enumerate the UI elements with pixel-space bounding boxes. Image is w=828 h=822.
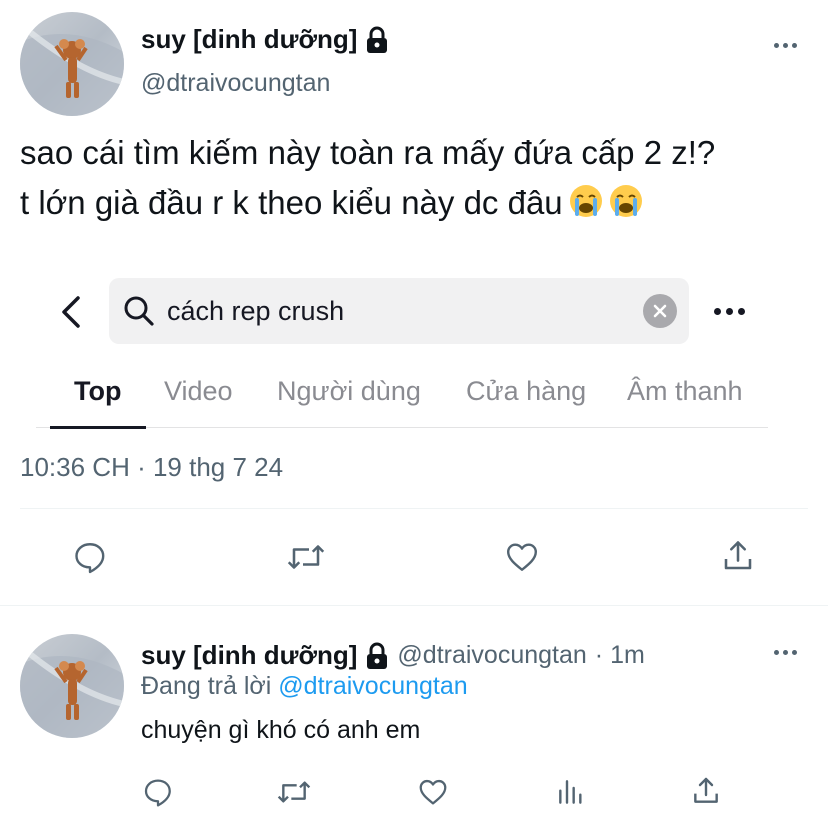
replying-to-mention[interactable]: @dtraivocungtan <box>278 672 467 700</box>
views-icon[interactable] <box>553 774 589 810</box>
embedded-search-screenshot[interactable]: cách rep crush Top Video Người dùng Cửa … <box>0 262 828 432</box>
reply-author-handle[interactable]: @dtraivocungtan <box>397 641 586 670</box>
tweet-text-line: sao cái tìm kiếm này toàn ra mấy đứa cấp… <box>20 134 716 171</box>
replying-to: Đang trả lời @dtraivocungtan <box>141 672 468 701</box>
retweet-icon[interactable] <box>284 537 328 577</box>
active-tab-underline <box>50 426 146 429</box>
reply-retweet-icon[interactable] <box>274 774 314 810</box>
replying-to-label: Đang trả lời <box>141 672 272 700</box>
tab-users: Người dùng <box>277 376 421 406</box>
reply-like-icon[interactable] <box>414 774 452 810</box>
reply-reply-icon[interactable] <box>140 774 176 810</box>
tab-top: Top <box>74 376 122 406</box>
reply-more-options-icon[interactable] <box>774 650 797 655</box>
author-row: suy [dinh dưỡng] <box>141 24 389 55</box>
tweet-text: sao cái tìm kiếm này toàn ra mấy đứa cấp… <box>20 128 715 232</box>
tab-shop: Cửa hàng <box>466 376 587 406</box>
search-query-text: cách rep crush <box>167 295 345 326</box>
tab-video: Video <box>164 376 233 406</box>
tab-sound: Âm thanh <box>627 376 743 406</box>
embed-more-icon <box>714 308 745 315</box>
back-chevron-icon <box>56 292 86 332</box>
search-tabs: Top Video Người dùng Cửa hàng Âm thanh <box>36 370 768 429</box>
share-icon[interactable] <box>718 536 758 576</box>
lock-icon <box>365 26 389 54</box>
reply-time[interactable]: · 1m <box>595 641 645 670</box>
tweet-timestamp[interactable]: 10:36 CH · 19 thg 7 24 <box>20 452 283 483</box>
search-icon <box>123 295 155 327</box>
clear-icon <box>643 294 677 328</box>
crying-face-emoji-icon <box>569 182 603 232</box>
author-handle[interactable]: @dtraivocungtan <box>141 69 330 98</box>
search-bar: cách rep crush <box>109 278 689 344</box>
divider <box>0 605 828 606</box>
avatar[interactable] <box>20 12 124 116</box>
reply-icon[interactable] <box>70 537 110 577</box>
crying-face-emoji-icon <box>609 182 643 232</box>
lock-icon <box>365 642 389 670</box>
tweet-text-line-2-text: t lớn già đầu r k theo kiểu này dc đâu <box>20 184 563 221</box>
reply-text: chuyện gì khó có anh em <box>141 716 421 744</box>
divider <box>20 508 808 509</box>
reply-share-icon[interactable] <box>688 773 724 809</box>
more-options-icon[interactable] <box>774 43 797 48</box>
reply-author-row: suy [dinh dưỡng] @dtraivocungtan · 1m <box>141 640 645 671</box>
reply-avatar[interactable] <box>20 634 124 738</box>
author-display-name[interactable]: suy [dinh dưỡng] <box>141 24 357 55</box>
tweet-text-line-2: t lớn già đầu r k theo kiểu này dc đâu <box>20 178 715 232</box>
reply-author-display-name[interactable]: suy [dinh dưỡng] <box>141 640 357 671</box>
like-icon[interactable] <box>501 537 543 577</box>
